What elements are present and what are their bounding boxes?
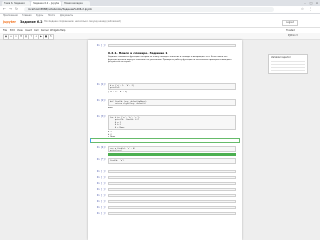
code-input[interactable] — [108, 194, 236, 197]
notebook-cell[interactable]: In [ ]: — [92, 182, 238, 186]
forward-icon[interactable]: → — [8, 7, 13, 12]
menu-icon[interactable]: ⋮ — [308, 7, 313, 12]
code-input[interactable] — [108, 182, 236, 185]
code-input[interactable] — [108, 44, 236, 47]
cell-prompt: In [ ]: — [96, 206, 106, 209]
save-status: Последнее сохранение: несколько секунд н… — [44, 20, 121, 23]
cell-prompt: In [ ]: — [96, 194, 106, 197]
cell-prompt: In [4]: — [96, 146, 106, 149]
code-input[interactable] — [108, 176, 236, 179]
notebook-cell[interactable]: In [ ]: — [92, 212, 238, 216]
cell-output: None — [108, 107, 113, 109]
markdown-heading: 6.2.1. Поиск в словаре. Задание 1 — [108, 51, 168, 55]
cell-prompt: In [ ]: — [96, 200, 106, 203]
notebook-cell[interactable]: In [ ]: — [92, 44, 238, 48]
cell-output: {'a': 1, 'b': 2} — [108, 91, 128, 93]
code-input[interactable] — [108, 200, 236, 203]
star-icon[interactable]: ☆ — [300, 7, 305, 12]
notebook-cell[interactable]: In [ ]: — [92, 170, 238, 174]
panel-divider — [271, 61, 305, 62]
logout-button[interactable]: Logout — [282, 20, 298, 26]
cell-prompt: In [ ]: — [96, 170, 106, 173]
notebook-cell[interactable]: In [2]: def find(d, key, default=None): … — [92, 99, 238, 113]
jupyter-header: jupyter Задание 6.2 Последнее сохранение… — [0, 18, 320, 28]
variable-inspector-panel[interactable]: Variable Inspector — [268, 54, 308, 74]
notebook-cell[interactable]: In [ ]: — [92, 176, 238, 180]
cell-prompt: In [ ]: — [96, 188, 106, 191]
cell-prompt: In [ ]: — [96, 182, 106, 185]
cell-prompt: In [ ]: — [96, 212, 106, 215]
code-input[interactable]: find(d, 'a') — [108, 158, 236, 164]
back-icon[interactable]: ← — [2, 7, 7, 12]
notebook-cell[interactable]: In [4]: res = find(d, 'z', 0) print(res) — [92, 146, 238, 156]
cell-prompt: In [*]: — [96, 158, 106, 161]
panel-row — [271, 64, 305, 65]
notebook-cell[interactable]: In [ ]: — [92, 206, 238, 210]
code-input[interactable]: d = {'a': 1, 'b': 2} print(d) — [108, 83, 236, 90]
notebook-title[interactable]: Задание 6.2 — [20, 19, 43, 25]
code-input[interactable] — [108, 188, 236, 191]
cell-prompt: In [1]: — [96, 83, 106, 86]
markdown-cell[interactable]: 6.2.1. Поиск в словаре. Задание 1 Задани… — [92, 51, 238, 81]
markdown-text: Задание: напишите функцию, которая по кл… — [108, 56, 232, 64]
notebook-cell[interactable]: In [1]: d = {'a': 1, 'b': 2} print(d) {'… — [92, 83, 238, 97]
selected-cell-highlight — [90, 138, 240, 143]
cell-prompt: In [ ]: — [96, 176, 106, 179]
code-input[interactable] — [108, 212, 236, 215]
execution-progress-bar — [108, 153, 236, 156]
cell-prompt: In [3]: — [96, 115, 106, 118]
jupyter-logo[interactable]: jupyter — [3, 19, 16, 25]
panel-row — [271, 67, 305, 68]
notebook-cell[interactable]: In [ ]: — [92, 194, 238, 198]
code-input[interactable] — [108, 206, 236, 209]
code-input[interactable]: res = find(d, 'z', 0) print(res) — [108, 146, 236, 152]
cell-prompt: In [2]: — [96, 99, 106, 102]
panel-title: Variable Inspector — [271, 56, 291, 59]
kernel-name: Python 3 — [288, 34, 298, 37]
notebook-page: In [ ]: 6.2.1. Поиск в словаре. Задание … — [88, 40, 242, 240]
notebook-toolbar: ▣ + ✂ ❐ ▤ ↑ ↓ ▶ ■ ↻ Python 3 — [0, 33, 320, 40]
cell-prompt: In [ ]: — [96, 44, 106, 47]
address-bar: ← → ↻ localhost:8888/notebooks/Задание%2… — [0, 6, 320, 14]
notebook-cell[interactable]: In [*]: find(d, 'a') — [92, 158, 238, 168]
code-input[interactable] — [108, 170, 236, 173]
url-field[interactable]: localhost:8888/notebooks/Задание%206.2.i… — [24, 7, 274, 12]
reload-icon[interactable]: ↻ — [14, 7, 19, 12]
notebook-cell[interactable]: In [ ]: — [92, 188, 238, 192]
code-input[interactable]: def find(d, key, default=None): return d… — [108, 99, 236, 106]
notebook-cell[interactable]: In [ ]: — [92, 200, 238, 204]
panel-row — [271, 70, 305, 71]
code-input[interactable]: for k in ['a', 'b', 'c']: print(k, find(… — [108, 115, 236, 130]
